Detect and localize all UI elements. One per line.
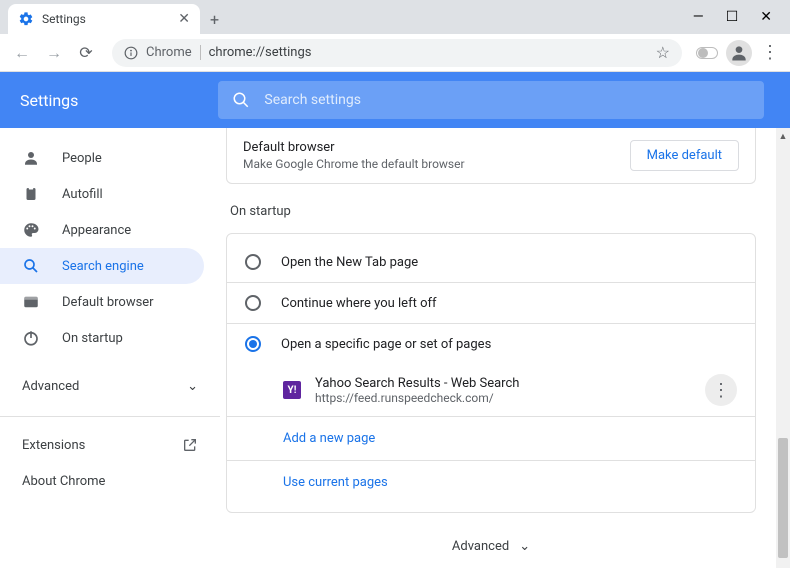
- radio-label: Continue where you left off: [281, 296, 437, 311]
- sidebar-item-appearance[interactable]: Appearance: [0, 212, 220, 248]
- search-icon: [232, 91, 250, 109]
- person-icon: [22, 149, 42, 167]
- radio-label: Open a specific page or set of pages: [281, 337, 491, 352]
- sidebar-item-label: Search engine: [62, 259, 144, 274]
- radio-icon-selected: [245, 336, 261, 352]
- advanced-label: Advanced: [452, 539, 509, 554]
- new-tab-button[interactable]: +: [210, 4, 219, 34]
- settings-sidebar: People Autofill Appearance Search engine…: [0, 128, 220, 568]
- extension-toggle[interactable]: [696, 47, 718, 59]
- external-link-icon: [182, 437, 198, 453]
- on-startup-heading: On startup: [230, 204, 756, 219]
- divider: [0, 416, 220, 417]
- sidebar-item-extensions[interactable]: Extensions: [0, 427, 220, 463]
- tab-title: Settings: [42, 12, 170, 26]
- forward-button[interactable]: →: [42, 43, 66, 63]
- sidebar-item-default-browser[interactable]: Default browser: [0, 284, 220, 320]
- sidebar-item-label: Appearance: [62, 223, 131, 238]
- browser-tab-bar: Settings ✕ + — ☐ ✕: [0, 0, 790, 34]
- sidebar-advanced-label: Advanced: [22, 379, 79, 394]
- sidebar-item-label: Default browser: [62, 295, 154, 310]
- sidebar-item-about[interactable]: About Chrome: [0, 463, 220, 499]
- address-bar[interactable]: Chrome chrome://settings ☆: [112, 39, 682, 67]
- use-current-pages-link[interactable]: Use current pages: [227, 461, 755, 504]
- scrollbar[interactable]: ▲: [776, 128, 790, 568]
- radio-continue[interactable]: Continue where you left off: [227, 283, 755, 323]
- sidebar-item-autofill[interactable]: Autofill: [0, 176, 220, 212]
- startup-page-title: Yahoo Search Results - Web Search: [315, 376, 691, 391]
- url-text: chrome://settings: [209, 45, 648, 60]
- sidebar-advanced-toggle[interactable]: Advanced ⌄: [0, 366, 220, 406]
- omnibox-chip: Chrome: [146, 45, 201, 60]
- sidebar-item-label: People: [62, 151, 102, 166]
- chevron-down-icon: ⌄: [519, 539, 530, 554]
- browser-tab[interactable]: Settings ✕: [8, 4, 200, 34]
- bookmark-icon[interactable]: ☆: [656, 43, 670, 62]
- power-icon: [22, 329, 42, 347]
- search-settings-box[interactable]: [218, 81, 764, 119]
- sidebar-item-people[interactable]: People: [0, 140, 220, 176]
- add-new-page-link[interactable]: Add a new page: [227, 417, 755, 460]
- radio-specific-pages[interactable]: Open a specific page or set of pages: [227, 324, 755, 364]
- sidebar-about-label: About Chrome: [22, 474, 105, 489]
- chevron-down-icon: ⌄: [187, 379, 198, 394]
- search-icon: [22, 257, 42, 275]
- favicon-icon: Y!: [283, 381, 301, 399]
- scroll-up-icon[interactable]: ▲: [776, 128, 790, 144]
- default-browser-subtitle: Make Google Chrome the default browser: [243, 157, 465, 171]
- default-browser-title: Default browser: [243, 140, 465, 155]
- browser-icon: [22, 293, 42, 311]
- radio-icon: [245, 295, 261, 311]
- startup-page-entry: Y! Yahoo Search Results - Web Search htt…: [227, 364, 755, 416]
- maximize-button[interactable]: ☐: [726, 9, 739, 25]
- search-input[interactable]: [264, 92, 750, 108]
- browser-menu-button[interactable]: ⋮: [760, 42, 780, 63]
- startup-page-url: https://feed.runspeedcheck.com/: [315, 391, 691, 405]
- sidebar-item-on-startup[interactable]: On startup: [0, 320, 220, 356]
- radio-icon: [245, 254, 261, 270]
- sidebar-extensions-label: Extensions: [22, 438, 85, 453]
- on-startup-card: Open the New Tab page Continue where you…: [226, 233, 756, 513]
- settings-main: Default browser Make Google Chrome the d…: [220, 128, 790, 568]
- close-tab-icon[interactable]: ✕: [178, 11, 190, 27]
- clipboard-icon: [22, 185, 42, 203]
- default-browser-card: Default browser Make Google Chrome the d…: [226, 128, 756, 184]
- more-actions-button[interactable]: ⋮: [705, 374, 737, 406]
- site-info-icon[interactable]: [124, 46, 138, 60]
- make-default-button[interactable]: Make default: [630, 140, 739, 171]
- back-button[interactable]: ←: [10, 43, 34, 63]
- radio-open-new-tab[interactable]: Open the New Tab page: [227, 242, 755, 282]
- sidebar-item-search-engine[interactable]: Search engine: [0, 248, 204, 284]
- advanced-expand-button[interactable]: Advanced ⌄: [226, 539, 756, 554]
- sidebar-item-label: On startup: [62, 331, 123, 346]
- scrollbar-thumb[interactable]: [778, 438, 788, 558]
- gear-icon: [18, 11, 34, 27]
- settings-header: Settings: [0, 72, 790, 128]
- minimize-button[interactable]: —: [693, 9, 704, 25]
- radio-label: Open the New Tab page: [281, 255, 418, 270]
- sidebar-item-label: Autofill: [62, 187, 103, 202]
- reload-button[interactable]: ⟳: [74, 43, 98, 62]
- profile-avatar[interactable]: [726, 40, 752, 66]
- close-window-button[interactable]: ✕: [760, 9, 772, 25]
- browser-toolbar: ← → ⟳ Chrome chrome://settings ☆ ⋮: [0, 34, 790, 72]
- palette-icon: [22, 221, 42, 239]
- page-title: Settings: [20, 91, 78, 110]
